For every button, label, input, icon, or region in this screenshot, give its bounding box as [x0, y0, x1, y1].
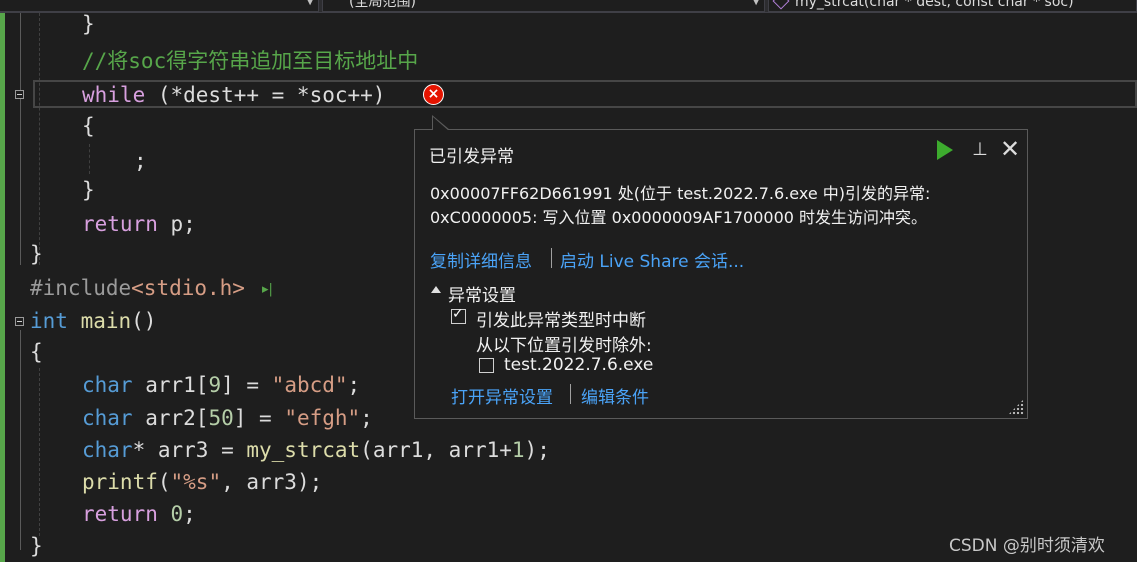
pin-icon[interactable]: ⊥: [968, 138, 992, 162]
project-dropdown[interactable]: ▼: [0, 0, 319, 12]
code-line-comment[interactable]: //将soc得字符串追加至目标地址中: [82, 49, 418, 73]
indent-guide: [39, 13, 40, 265]
code-line-printf[interactable]: printf("%s", arr3);: [82, 470, 322, 494]
code-line-main-open[interactable]: {: [30, 340, 43, 364]
exe-exclusion-label[interactable]: test.2022.7.6.exe: [504, 355, 653, 375]
break-on-exception-checkbox[interactable]: [451, 306, 466, 324]
exception-settings-header[interactable]: 异常设置: [448, 281, 516, 306]
fold-guide: [20, 330, 21, 550]
code-line-main[interactable]: int main(): [30, 309, 156, 333]
watermark: CSDN @别时须清欢: [949, 536, 1105, 556]
exception-helper-popup: 已引发异常 ⊥ ✕ 0x00007FF62D661991 处(位于 test.2…: [414, 115, 1028, 419]
copy-details-link[interactable]: 复制详细信息: [430, 247, 532, 272]
code-line-1[interactable]: }: [82, 12, 95, 36]
code-line-empty-statement[interactable]: ;: [134, 149, 147, 173]
member-dropdown-value: my_strcat(char * dest, const char * soc): [795, 0, 1074, 10]
code-line-return-p[interactable]: return p;: [82, 212, 196, 236]
error-icon[interactable]: ×: [423, 84, 444, 105]
exception-message-line-1: 0x00007FF62D661991 处(位于 test.2022.7.6.ex…: [430, 184, 931, 203]
exception-message: 0x00007FF62D661991 处(位于 test.2022.7.6.ex…: [430, 182, 930, 230]
fold-toggle-icon[interactable]: [15, 317, 24, 326]
exception-message-line-2: 0xC0000005: 写入位置 0x0000009AF1700000 时发生访…: [430, 208, 928, 227]
chevron-down-icon: ▼: [306, 0, 314, 7]
live-share-link[interactable]: 启动 Live Share 会话...: [560, 247, 744, 272]
gutter-separator: [5, 268, 10, 270]
method-icon: [772, 0, 790, 10]
close-icon[interactable]: ✕: [997, 136, 1023, 162]
navigation-bar: ▼ (全局范围) ▼ my_strcat(char * dest, const c…: [0, 0, 1137, 13]
expand-triangle-icon[interactable]: [431, 286, 441, 293]
continue-icon[interactable]: [937, 140, 953, 160]
link-separator: [551, 248, 552, 268]
open-exception-settings-link[interactable]: 打开异常设置: [451, 383, 553, 408]
run-to-cursor-icon[interactable]: ▸|: [262, 282, 273, 297]
code-line-arr2[interactable]: char arr2[50] = "efgh";: [82, 406, 373, 430]
chevron-down-icon: ▼: [752, 0, 760, 7]
break-on-exception-label[interactable]: 引发此异常类型时中断: [476, 306, 646, 331]
code-line-arr1[interactable]: char arr1[9] = "abcd";: [82, 373, 360, 397]
edit-conditions-link[interactable]: 编辑条件: [581, 383, 649, 408]
popup-pointer-inner: [433, 117, 449, 131]
member-dropdown[interactable]: my_strcat(char * dest, const char * soc): [768, 0, 1137, 12]
code-line-include[interactable]: #include<stdio.h>: [30, 276, 245, 300]
change-tracking-bar: [0, 13, 5, 562]
indent-guide: [39, 368, 40, 536]
code-line-function-end[interactable]: }: [30, 242, 43, 266]
code-line-return-0[interactable]: return 0;: [82, 502, 196, 526]
code-line-brace-close[interactable]: }: [82, 178, 95, 202]
fold-guide: [20, 13, 21, 265]
scope-dropdown-value: (全局范围): [349, 0, 416, 10]
code-line-arr3[interactable]: char* arr3 = my_strcat(arr1, arr1+1);: [82, 438, 550, 462]
code-line-while[interactable]: while (*dest++ = *soc++): [82, 83, 385, 107]
resize-grip-icon[interactable]: [1008, 399, 1024, 415]
link-separator: [570, 384, 571, 404]
exception-title: 已引发异常: [429, 147, 514, 167]
except-when-thrown-from-label: 从以下位置引发时除外:: [476, 336, 652, 356]
code-line-brace-open[interactable]: {: [82, 114, 95, 138]
indent-guide: [89, 144, 90, 174]
exe-exclusion-checkbox[interactable]: [479, 358, 494, 373]
scope-dropdown[interactable]: (全局范围) ▼: [322, 0, 765, 12]
code-line-main-close[interactable]: }: [30, 534, 43, 558]
fold-toggle-icon[interactable]: [15, 90, 24, 99]
